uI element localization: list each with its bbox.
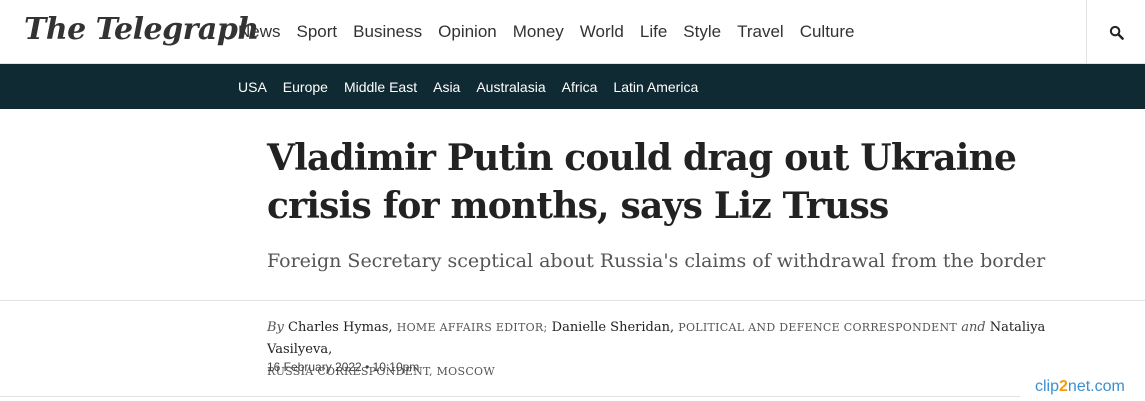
nav-item-opinion[interactable]: Opinion [438, 22, 497, 42]
byline-by: By [267, 320, 284, 335]
watermark-part: 2 [1059, 378, 1068, 395]
subnav-item-latin-america[interactable]: Latin America [613, 79, 698, 95]
world-subnav: USA Europe Middle East Asia Australasia … [238, 64, 714, 109]
bottom-divider [0, 396, 1020, 397]
main-nav: News Sport Business Opinion Money World … [238, 0, 871, 64]
subnav-item-australasia[interactable]: Australasia [476, 79, 545, 95]
watermark-part: clip [1035, 378, 1060, 395]
nav-item-travel[interactable]: Travel [737, 22, 784, 42]
publish-date: 16 February 2022 • 10:10pm [267, 360, 420, 374]
nav-item-news[interactable]: News [238, 22, 281, 42]
subnav-item-europe[interactable]: Europe [283, 79, 328, 95]
subnav-item-asia[interactable]: Asia [433, 79, 460, 95]
telegraph-logo[interactable]: The Telegraph [24, 12, 259, 47]
search-icon [1109, 25, 1124, 40]
author-role: Political and Defence Correspondent [678, 321, 958, 334]
author-role: Home Affairs Editor; [396, 321, 548, 334]
header-divider [0, 300, 1145, 301]
nav-item-money[interactable]: Money [513, 22, 564, 42]
article-standfirst: Foreign Secretary sceptical about Russia… [267, 250, 1046, 272]
subnav-item-middle-east[interactable]: Middle East [344, 79, 417, 95]
byline-and: and [961, 320, 986, 335]
nav-item-world[interactable]: World [580, 22, 624, 42]
top-navigation-bar: The Telegraph News Sport Business Opinio… [0, 0, 1145, 64]
subnav-item-usa[interactable]: USA [238, 79, 267, 95]
search-button[interactable] [1086, 0, 1145, 64]
author-link-charles-hymas[interactable]: Charles Hymas, [288, 320, 393, 335]
nav-item-business[interactable]: Business [353, 22, 422, 42]
nav-item-style[interactable]: Style [683, 22, 721, 42]
clip2net-watermark: clip2net.com [1035, 378, 1125, 396]
section-navigation-bar: USA Europe Middle East Asia Australasia … [0, 64, 1145, 109]
nav-item-life[interactable]: Life [640, 22, 667, 42]
author-link-danielle-sheridan[interactable]: Danielle Sheridan, [552, 320, 674, 335]
watermark-part: net.com [1067, 378, 1125, 395]
nav-item-sport[interactable]: Sport [297, 22, 338, 42]
subnav-item-africa[interactable]: Africa [562, 79, 598, 95]
nav-item-culture[interactable]: Culture [800, 22, 855, 42]
article-headline: Vladimir Putin could drag out Ukraine cr… [267, 137, 1017, 227]
